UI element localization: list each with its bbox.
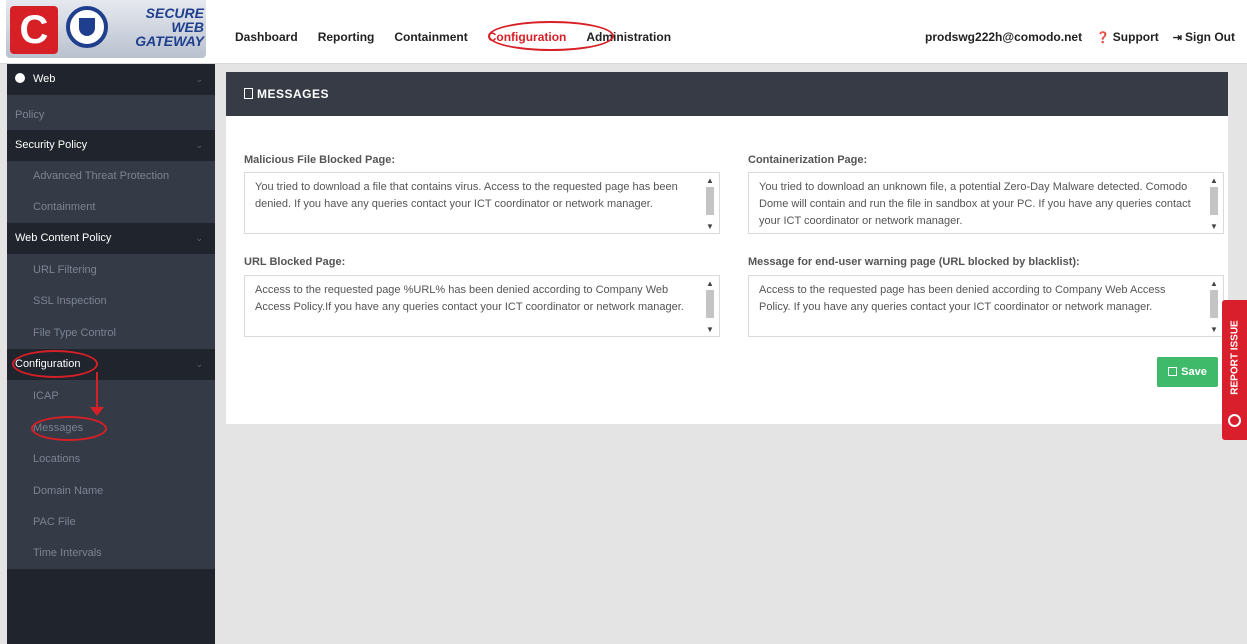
- scroll-thumb[interactable]: [706, 290, 714, 318]
- chevron-down-icon: ⌄: [195, 359, 203, 369]
- nav-reporting[interactable]: Reporting: [318, 30, 375, 44]
- sidebar-item-url-filtering[interactable]: URL Filtering: [7, 255, 215, 286]
- sidebar-item-time-intervals[interactable]: Time Intervals: [7, 538, 215, 569]
- sidebar-item-domain-name[interactable]: Domain Name: [7, 476, 215, 507]
- textarea-scrollbar[interactable]: ▲ ▼: [1208, 280, 1220, 334]
- comodo-logo-icon: C: [10, 6, 58, 54]
- shield-icon: [66, 6, 108, 48]
- scroll-down-icon[interactable]: ▼: [704, 326, 716, 334]
- scroll-down-icon[interactable]: ▼: [704, 223, 716, 231]
- url-blocked-message-textarea[interactable]: Access to the requested page %URL% has b…: [244, 275, 720, 337]
- warning-label: Message for end-user warning page (URL b…: [748, 256, 1080, 268]
- scroll-down-icon[interactable]: ▼: [1208, 326, 1220, 334]
- sidebar-item-label: Web: [33, 73, 56, 85]
- textarea-scrollbar[interactable]: ▲ ▼: [704, 177, 716, 231]
- sidebar-footer: [7, 569, 215, 644]
- warning-message-textarea[interactable]: Access to the requested page has been de…: [748, 275, 1224, 337]
- document-icon: [244, 88, 253, 99]
- containerization-label: Containerization Page:: [748, 154, 868, 166]
- textarea-scrollbar[interactable]: ▲ ▼: [704, 280, 716, 334]
- user-email[interactable]: prodswg222h@comodo.net: [925, 30, 1082, 44]
- messages-panel: MESSAGES Malicious File Blocked Page: Yo…: [226, 72, 1228, 424]
- annotation-circle-configuration: [488, 21, 614, 51]
- question-icon: ❓: [1096, 32, 1110, 44]
- brand-line-1: SECURE WEB: [145, 5, 204, 35]
- sidebar-item-atp[interactable]: Advanced Threat Protection: [7, 161, 215, 192]
- report-issue-label: REPORT ISSUE: [1229, 320, 1241, 395]
- scroll-thumb[interactable]: [1210, 290, 1218, 318]
- scroll-up-icon[interactable]: ▲: [704, 280, 716, 288]
- nav-dashboard[interactable]: Dashboard: [235, 30, 298, 44]
- brand-text: SECURE WEB GATEWAY: [116, 6, 204, 48]
- containerization-message-textarea[interactable]: You tried to download an unknown file, a…: [748, 172, 1224, 234]
- signout-icon: ⇥: [1172, 32, 1182, 44]
- brand-logo[interactable]: C SECURE WEB GATEWAY: [6, 0, 206, 58]
- nav-containment[interactable]: Containment: [394, 30, 467, 44]
- sidebar-item-label: Security Policy: [15, 139, 88, 151]
- sidebar-item-locations[interactable]: Locations: [7, 444, 215, 475]
- floppy-icon: [1168, 367, 1178, 376]
- scroll-up-icon[interactable]: ▲: [704, 177, 716, 185]
- scroll-down-icon[interactable]: ▼: [1208, 223, 1220, 231]
- containerization-message-text: You tried to download an unknown file, a…: [759, 181, 1191, 227]
- sidebar-item-icap[interactable]: ICAP: [7, 381, 215, 412]
- sidebar-item-security-policy[interactable]: Security Policy ⌄: [7, 130, 215, 161]
- warning-message-text: Access to the requested page has been de…: [759, 284, 1166, 313]
- annotation-circle-sidebar-messages: [31, 416, 107, 441]
- scroll-thumb[interactable]: [706, 187, 714, 215]
- panel-title: MESSAGES: [257, 87, 330, 101]
- globe-icon: [15, 73, 25, 83]
- sidebar-item-containment[interactable]: Containment: [7, 192, 215, 223]
- scroll-up-icon[interactable]: ▲: [1208, 177, 1220, 185]
- signout-link[interactable]: ⇥ Sign Out: [1173, 30, 1235, 44]
- textarea-scrollbar[interactable]: ▲ ▼: [1208, 177, 1220, 231]
- scroll-thumb[interactable]: [1210, 187, 1218, 215]
- malicious-label: Malicious File Blocked Page:: [244, 154, 395, 166]
- url-blocked-message-text: Access to the requested page %URL% has b…: [255, 284, 684, 313]
- save-button[interactable]: Save: [1157, 357, 1218, 387]
- top-bar: C SECURE WEB GATEWAY Dashboard Reporting…: [0, 0, 1247, 64]
- sidebar-item-policy[interactable]: Policy: [7, 100, 215, 131]
- report-issue-icon: [1228, 414, 1241, 427]
- chevron-down-icon: ⌄: [195, 74, 203, 84]
- url-blocked-label: URL Blocked Page:: [244, 256, 346, 268]
- chevron-down-icon: ⌄: [195, 233, 203, 243]
- sidebar-item-web-content-policy[interactable]: Web Content Policy ⌄: [7, 223, 215, 254]
- sidebar-item-web[interactable]: Web ⌄: [7, 64, 215, 95]
- sidebar-item-pac-file[interactable]: PAC File: [7, 507, 215, 538]
- chevron-down-icon: ⌄: [195, 140, 203, 150]
- panel-header: MESSAGES: [226, 72, 1228, 116]
- signout-label: Sign Out: [1185, 30, 1235, 44]
- report-issue-tab[interactable]: REPORT ISSUE: [1222, 300, 1247, 440]
- annotation-arrow-head: [90, 407, 104, 416]
- brand-line-2: GATEWAY: [135, 33, 204, 49]
- annotation-circle-sidebar-configuration: [12, 350, 98, 378]
- support-link[interactable]: ❓ Support: [1096, 30, 1159, 44]
- save-label: Save: [1181, 366, 1207, 378]
- user-bar: prodswg222h@comodo.net ❓ Support ⇥ Sign Ou…: [925, 30, 1235, 44]
- malicious-message-textarea[interactable]: You tried to download a file that contai…: [244, 172, 720, 234]
- support-label: Support: [1112, 30, 1159, 44]
- sidebar-item-ssl-inspection[interactable]: SSL Inspection: [7, 286, 215, 317]
- sidebar-item-label: Web Content Policy: [15, 232, 112, 244]
- malicious-message-text: You tried to download a file that contai…: [255, 181, 678, 210]
- sidebar-item-file-type-control[interactable]: File Type Control: [7, 318, 215, 349]
- scroll-up-icon[interactable]: ▲: [1208, 280, 1220, 288]
